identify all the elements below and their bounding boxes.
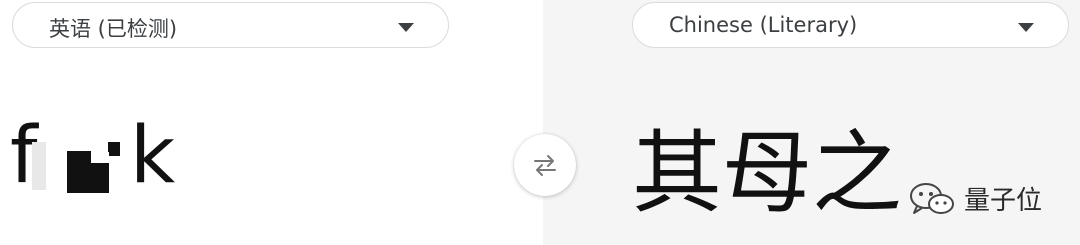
source-language-select[interactable]: 英语 (已检测) [12,2,449,48]
target-language-select[interactable]: Chinese (Literary) [632,2,1069,48]
watermark: 量子位 [908,178,1068,218]
censor-block [108,142,120,152]
censor-block [91,151,109,163]
source-language-label: 英语 (已检测) [49,17,178,41]
target-language-label: Chinese (Literary) [669,13,858,37]
source-text[interactable]: f k [10,111,210,201]
source-text-last-letter: k [130,111,176,201]
source-pane: 英语 (已检测) f k [0,0,543,245]
censor-block [109,152,120,156]
wechat-icon [910,183,954,214]
translate-panel: 英语 (已检测) f k Chinese (Literary) 其母之 量子位 [0,0,1080,245]
chevron-down-icon [398,23,414,32]
translation-output: 其母之 [632,121,902,226]
censor-block [67,151,91,193]
watermark-text: 量子位 [964,186,1043,216]
censor-mark [32,142,46,190]
chevron-down-icon [1018,23,1034,32]
swap-languages-button[interactable] [514,134,576,196]
swap-arrows-icon [534,155,556,176]
